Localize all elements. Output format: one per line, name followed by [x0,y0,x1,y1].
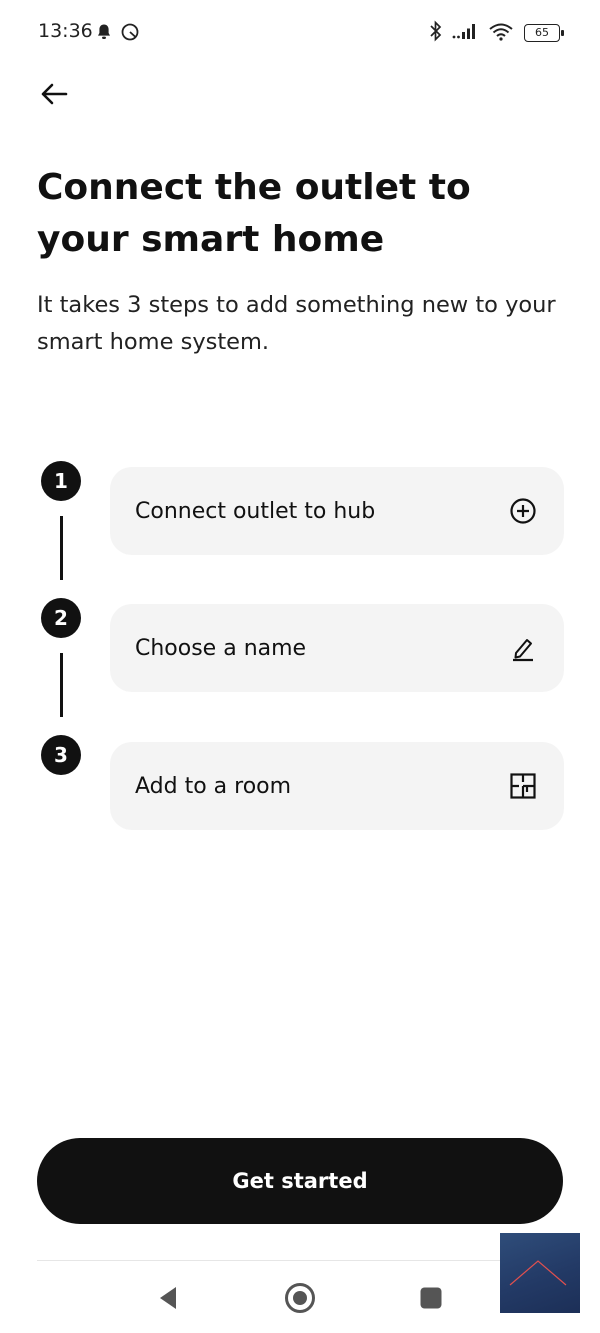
status-right-icons: 65 [430,20,564,46]
arrow-left-icon [41,83,68,105]
sync-icon [120,22,140,46]
floorplan-icon [508,771,538,801]
step-card-add-room[interactable]: Add to a room [110,742,564,830]
back-button[interactable] [34,74,74,114]
page-title: Connect the outlet to your smart home [37,167,471,260]
recents-icon [420,1287,442,1309]
nav-recents-button[interactable] [413,1280,449,1316]
nav-divider [37,1260,563,1261]
page-subtitle: It takes 3 steps to add something new to… [37,292,556,355]
step-connector-line [60,653,63,717]
wifi-icon [488,21,514,45]
battery-level: 65 [535,26,549,39]
step-label: Add to a room [135,773,292,799]
step-card-choose-name[interactable]: Choose a name [110,604,564,692]
status-left-icons [96,22,140,46]
signal-icon [452,22,478,44]
step-card-connect-hub[interactable]: Connect outlet to hub [110,467,564,555]
status-time: 13:36 [38,20,93,42]
step-number-3: 3 [41,735,81,775]
battery-icon: 65 [524,24,564,42]
step-number-1: 1 [41,461,81,501]
nav-back-button[interactable] [150,1280,186,1316]
edit-icon [508,633,538,663]
chevron-up-icon [509,1260,567,1286]
home-icon [285,1283,315,1313]
step-label: Connect outlet to hub [135,498,376,524]
bell-icon [96,23,112,45]
scroll-to-top-button[interactable] [500,1233,580,1313]
status-bar: 13:36 65 [0,0,600,66]
get-started-button[interactable]: Get started [37,1138,563,1224]
step-label: Choose a name [135,635,307,661]
step-connector-line [60,516,63,580]
step-number-2: 2 [41,598,81,638]
bluetooth-icon [430,20,442,46]
nav-home-button[interactable] [282,1280,318,1316]
add-circle-icon [508,496,538,526]
back-icon [160,1287,176,1309]
